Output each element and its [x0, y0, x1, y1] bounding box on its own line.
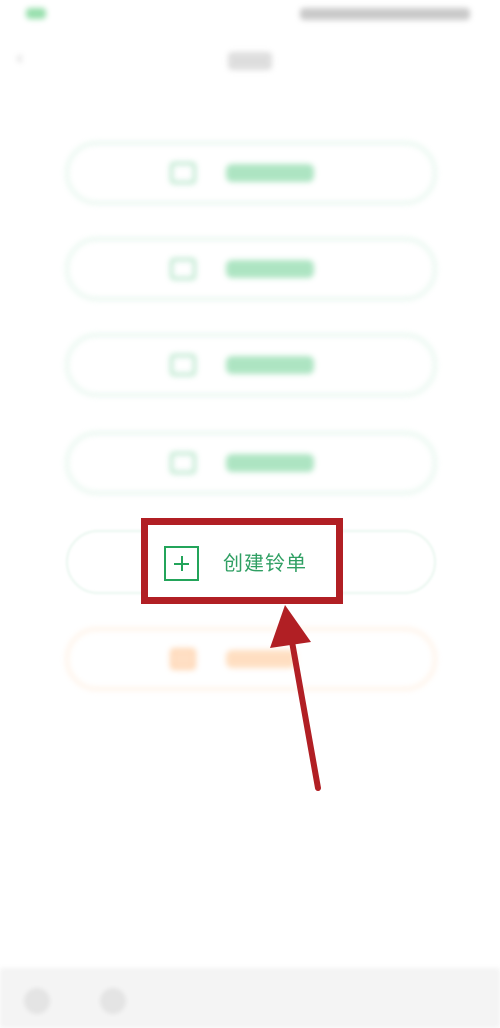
battery-icon	[26, 8, 46, 19]
menu-item-icon	[170, 354, 196, 376]
menu-item-1[interactable]	[66, 142, 436, 204]
menu-item-3[interactable]	[66, 334, 436, 396]
menu-item-label	[226, 356, 314, 374]
status-indicators	[300, 8, 470, 20]
menu-item-icon	[170, 258, 196, 280]
menu-item-label	[226, 650, 296, 668]
highlight-box	[141, 518, 343, 604]
menu-item-icon	[170, 648, 196, 670]
menu-item-label	[226, 260, 314, 278]
header: ‹	[0, 36, 500, 84]
status-bar	[0, 0, 500, 34]
menu-icon[interactable]	[100, 988, 126, 1014]
bottom-bar	[0, 968, 500, 1028]
page-title	[228, 52, 272, 70]
menu-item-label	[226, 164, 314, 182]
menu-item-orange[interactable]	[66, 628, 436, 690]
menu-item-2[interactable]	[66, 238, 436, 300]
menu-item-4[interactable]	[66, 432, 436, 494]
menu-item-icon	[170, 452, 196, 474]
menu-item-icon	[170, 162, 196, 184]
back-arrow-icon[interactable]: ‹	[16, 50, 34, 68]
home-icon[interactable]	[24, 988, 50, 1014]
menu-item-label	[226, 454, 314, 472]
